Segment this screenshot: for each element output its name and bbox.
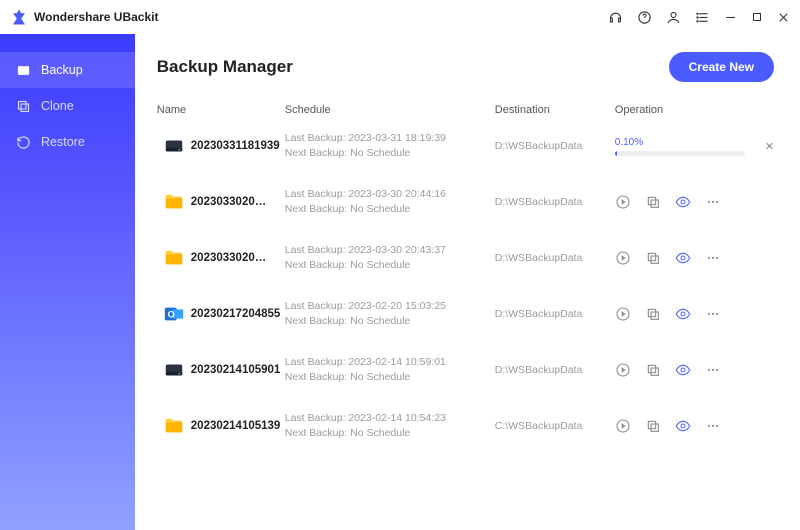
backup-name: 2023033020… bbox=[191, 196, 285, 208]
table-row: 2023033020…Last Backup: 2023-03-30 20:44… bbox=[157, 182, 774, 222]
last-backup: Last Backup: 2023-03-30 20:44:16 bbox=[285, 187, 495, 202]
backup-name: 20230214105139 bbox=[191, 420, 285, 432]
titlebar: Wondershare UBackit bbox=[0, 0, 800, 34]
app-title: Wondershare UBackit bbox=[34, 10, 158, 24]
more-button[interactable] bbox=[705, 306, 721, 322]
run-button[interactable] bbox=[615, 362, 631, 378]
restore-button[interactable] bbox=[645, 250, 661, 266]
run-button[interactable] bbox=[615, 250, 631, 266]
app-logo-icon bbox=[10, 8, 28, 26]
next-backup: Next Backup: No Schedule bbox=[285, 146, 495, 161]
view-button[interactable] bbox=[675, 250, 691, 266]
clone-icon bbox=[16, 99, 31, 114]
destination: C:\WSBackupData bbox=[495, 420, 615, 432]
next-backup: Next Backup: No Schedule bbox=[285, 314, 495, 329]
destination: D:\WSBackupData bbox=[495, 252, 615, 264]
progress-bar bbox=[615, 151, 745, 156]
destination: D:\WSBackupData bbox=[495, 308, 615, 320]
destination: D:\WSBackupData bbox=[495, 196, 615, 208]
run-button[interactable] bbox=[615, 418, 631, 434]
minimize-icon[interactable] bbox=[724, 11, 737, 24]
sidebar: Backup Clone Restore bbox=[0, 34, 135, 530]
more-button[interactable] bbox=[705, 418, 721, 434]
sidebar-item-clone[interactable]: Clone bbox=[0, 88, 135, 124]
folder-icon bbox=[163, 247, 185, 269]
destination: D:\WSBackupData bbox=[495, 140, 615, 152]
page-title: Backup Manager bbox=[157, 57, 293, 77]
backup-icon bbox=[16, 63, 31, 78]
backup-name: 20230214105901 bbox=[191, 364, 285, 376]
cancel-icon[interactable]: ✕ bbox=[765, 140, 774, 153]
restore-button[interactable] bbox=[645, 194, 661, 210]
sidebar-item-label: Clone bbox=[41, 99, 74, 113]
last-backup: Last Backup: 2023-03-31 18:19:39 bbox=[285, 131, 495, 146]
table-row: 20230214105901Last Backup: 2023-02-14 10… bbox=[157, 350, 774, 390]
restore-icon bbox=[16, 135, 31, 150]
next-backup: Next Backup: No Schedule bbox=[285, 202, 495, 217]
col-operation: Operation bbox=[615, 104, 774, 116]
backup-name: 20230331181939 bbox=[191, 140, 285, 152]
table-header: Name Schedule Destination Operation bbox=[157, 98, 774, 126]
folder-icon bbox=[163, 415, 185, 437]
disk-icon bbox=[163, 359, 185, 381]
col-destination: Destination bbox=[495, 104, 615, 116]
more-button[interactable] bbox=[705, 250, 721, 266]
destination: D:\WSBackupData bbox=[495, 364, 615, 376]
next-backup: Next Backup: No Schedule bbox=[285, 258, 495, 273]
table-row: 20230217204855Last Backup: 2023-02-20 15… bbox=[157, 294, 774, 334]
table-row: 2023033020…Last Backup: 2023-03-30 20:43… bbox=[157, 238, 774, 278]
view-button[interactable] bbox=[675, 194, 691, 210]
folder-icon bbox=[163, 191, 185, 213]
create-new-button[interactable]: Create New bbox=[669, 52, 774, 82]
last-backup: Last Backup: 2023-03-30 20:43:37 bbox=[285, 243, 495, 258]
col-name: Name bbox=[157, 104, 285, 116]
view-button[interactable] bbox=[675, 362, 691, 378]
more-button[interactable] bbox=[705, 194, 721, 210]
last-backup: Last Backup: 2023-02-20 15:03:25 bbox=[285, 299, 495, 314]
help-icon[interactable] bbox=[637, 10, 652, 25]
account-icon[interactable] bbox=[666, 10, 681, 25]
backup-name: 20230217204855 bbox=[191, 308, 285, 320]
menu-icon[interactable] bbox=[695, 10, 710, 25]
sidebar-item-label: Restore bbox=[41, 135, 85, 149]
sidebar-item-restore[interactable]: Restore bbox=[0, 124, 135, 160]
restore-button[interactable] bbox=[645, 418, 661, 434]
view-button[interactable] bbox=[675, 306, 691, 322]
run-button[interactable] bbox=[615, 194, 631, 210]
last-backup: Last Backup: 2023-02-14 10:54:23 bbox=[285, 411, 495, 426]
support-icon[interactable] bbox=[608, 10, 623, 25]
run-button[interactable] bbox=[615, 306, 631, 322]
sidebar-item-label: Backup bbox=[41, 63, 83, 77]
more-button[interactable] bbox=[705, 362, 721, 378]
progress-percent: 0.10% bbox=[615, 137, 745, 148]
outlook-icon bbox=[163, 303, 185, 325]
backup-name: 2023033020… bbox=[191, 252, 285, 264]
table-row: 20230214105139Last Backup: 2023-02-14 10… bbox=[157, 406, 774, 446]
next-backup: Next Backup: No Schedule bbox=[285, 370, 495, 385]
col-schedule: Schedule bbox=[285, 104, 495, 116]
close-icon[interactable] bbox=[777, 11, 790, 24]
view-button[interactable] bbox=[675, 418, 691, 434]
sidebar-item-backup[interactable]: Backup bbox=[0, 52, 135, 88]
next-backup: Next Backup: No Schedule bbox=[285, 426, 495, 441]
restore-button[interactable] bbox=[645, 362, 661, 378]
restore-button[interactable] bbox=[645, 306, 661, 322]
maximize-icon[interactable] bbox=[751, 11, 763, 23]
last-backup: Last Backup: 2023-02-14 10:59:01 bbox=[285, 355, 495, 370]
disk-icon bbox=[163, 135, 185, 157]
table-row: 20230331181939Last Backup: 2023-03-31 18… bbox=[157, 126, 774, 166]
